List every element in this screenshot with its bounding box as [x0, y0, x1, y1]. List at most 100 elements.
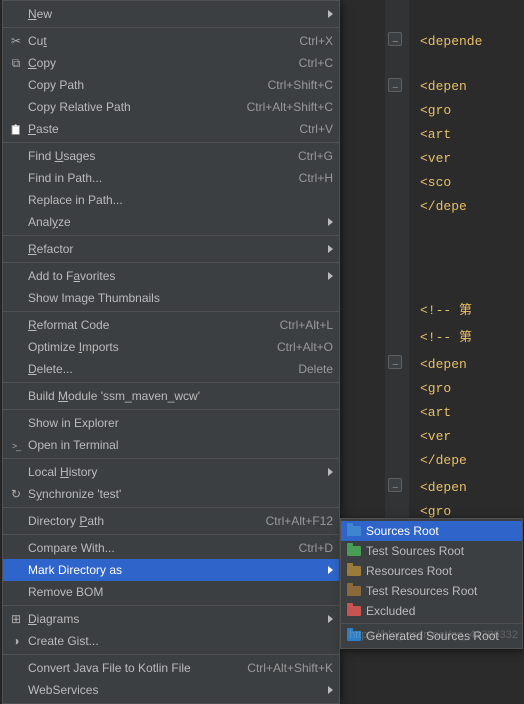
editor-line: <art — [420, 401, 451, 425]
menu-item-mark-directory-as[interactable]: Mark Directory as — [3, 559, 339, 581]
terminal-icon — [7, 437, 25, 453]
submenu-item-label: Test Resources Root — [363, 584, 516, 598]
icon-placeholder — [7, 317, 25, 333]
menu-item-replace-in-path[interactable]: Replace in Path... — [3, 189, 339, 211]
menu-item-paste[interactable]: PasteCtrl+V — [3, 118, 339, 140]
menu-item-copy[interactable]: CopyCtrl+C — [3, 52, 339, 74]
menu-item-copy-relative-path[interactable]: Copy Relative PathCtrl+Alt+Shift+C — [3, 96, 339, 118]
menu-item-remove-bom[interactable]: Remove BOM — [3, 581, 339, 603]
submenu-item-test-resources-root[interactable]: Test Resources Root — [341, 581, 522, 601]
menu-item-synchronize-test[interactable]: Synchronize 'test' — [3, 483, 339, 505]
fold-marker[interactable] — [388, 478, 402, 492]
fold-marker[interactable] — [388, 78, 402, 92]
menu-item-label: Build Module 'ssm_maven_wcw' — [25, 389, 333, 403]
menu-separator — [341, 623, 522, 624]
icon-placeholder — [7, 99, 25, 115]
menu-item-label: Cut — [25, 34, 289, 48]
github-icon — [7, 633, 25, 649]
menu-item-open-in-terminal[interactable]: Open in Terminal — [3, 434, 339, 456]
menu-item-reformat-code[interactable]: Reformat CodeCtrl+Alt+L — [3, 314, 339, 336]
icon-placeholder — [7, 584, 25, 600]
fold-marker[interactable] — [388, 32, 402, 46]
menu-item-local-history[interactable]: Local History — [3, 461, 339, 483]
menu-item-cut[interactable]: CutCtrl+X — [3, 30, 339, 52]
icon-placeholder — [7, 77, 25, 93]
menu-item-label: Paste — [25, 122, 289, 136]
editor-line: <ver — [420, 147, 451, 171]
editor-line: </depe — [420, 195, 467, 219]
icon-placeholder — [7, 339, 25, 355]
editor-line: </depe — [420, 449, 467, 473]
menu-item-build-module-ssm-maven-wcw[interactable]: Build Module 'ssm_maven_wcw' — [3, 385, 339, 407]
menu-item-diagrams[interactable]: Diagrams — [3, 608, 339, 630]
menu-item-label: Show in Explorer — [25, 416, 333, 430]
menu-item-copy-path[interactable]: Copy PathCtrl+Shift+C — [3, 74, 339, 96]
menu-item-show-image-thumbnails[interactable]: Show Image Thumbnails — [3, 287, 339, 309]
menu-item-find-in-path[interactable]: Find in Path...Ctrl+H — [3, 167, 339, 189]
submenu-arrow-icon — [328, 245, 333, 253]
menu-separator — [3, 654, 339, 655]
menu-item-label: Diagrams — [25, 612, 322, 626]
submenu-arrow-icon — [328, 468, 333, 476]
icon-placeholder — [7, 415, 25, 431]
menu-item-label: Create Gist... — [25, 634, 333, 648]
menu-item-show-in-explorer[interactable]: Show in Explorer — [3, 412, 339, 434]
menu-item-optimize-imports[interactable]: Optimize ImportsCtrl+Alt+O — [3, 336, 339, 358]
menu-separator — [3, 27, 339, 28]
menu-item-label: Delete... — [25, 362, 288, 376]
menu-item-label: Local History — [25, 465, 322, 479]
menu-item-refactor[interactable]: Refactor — [3, 238, 339, 260]
folder-icon — [345, 583, 363, 599]
editor-line: <depen — [420, 353, 467, 377]
menu-shortcut: Ctrl+C — [289, 56, 333, 70]
icon-placeholder — [7, 660, 25, 676]
menu-item-analyze[interactable]: Analyze — [3, 211, 339, 233]
icon-placeholder — [7, 268, 25, 284]
folder-icon — [345, 563, 363, 579]
menu-item-find-usages[interactable]: Find UsagesCtrl+G — [3, 145, 339, 167]
menu-item-label: Find in Path... — [25, 171, 289, 185]
menu-separator — [3, 235, 339, 236]
menu-item-add-to-favorites[interactable]: Add to Favorites — [3, 265, 339, 287]
menu-separator — [3, 534, 339, 535]
menu-shortcut: Ctrl+G — [288, 149, 333, 163]
menu-item-webservices[interactable]: WebServices — [3, 679, 339, 701]
editor-line: <depende — [420, 30, 482, 54]
menu-separator — [3, 262, 339, 263]
icon-placeholder — [7, 513, 25, 529]
menu-shortcut: Delete — [288, 362, 333, 376]
icon-placeholder — [7, 682, 25, 698]
copy-icon — [7, 55, 25, 71]
submenu-arrow-icon — [328, 272, 333, 280]
submenu-item-sources-root[interactable]: Sources Root — [341, 521, 522, 541]
icon-placeholder — [7, 540, 25, 556]
menu-shortcut: Ctrl+D — [289, 541, 333, 555]
menu-item-compare-with[interactable]: Compare With...Ctrl+D — [3, 537, 339, 559]
submenu-item-label: Test Sources Root — [363, 544, 516, 558]
menu-item-directory-path[interactable]: Directory PathCtrl+Alt+F12 — [3, 510, 339, 532]
menu-item-new[interactable]: New — [3, 3, 339, 25]
submenu-item-excluded[interactable]: Excluded — [341, 601, 522, 621]
menu-item-label: Copy — [25, 56, 289, 70]
menu-item-convert-java-file-to-kotlin-file[interactable]: Convert Java File to Kotlin FileCtrl+Alt… — [3, 657, 339, 679]
fold-marker[interactable] — [388, 355, 402, 369]
menu-separator — [3, 311, 339, 312]
editor-line: <depen — [420, 75, 467, 99]
menu-item-label: Replace in Path... — [25, 193, 333, 207]
icon-placeholder — [7, 290, 25, 306]
editor-line: <!-- 第 — [420, 326, 472, 350]
menu-shortcut: Ctrl+Alt+O — [267, 340, 333, 354]
menu-item-label: Compare With... — [25, 541, 289, 555]
menu-item-label: Reformat Code — [25, 318, 270, 332]
menu-shortcut: Ctrl+Alt+Shift+K — [237, 661, 333, 675]
menu-item-label: New — [25, 7, 322, 21]
menu-shortcut: Ctrl+V — [289, 122, 333, 136]
sync-icon — [7, 486, 25, 502]
submenu-item-test-sources-root[interactable]: Test Sources Root — [341, 541, 522, 561]
menu-item-delete[interactable]: Delete...Delete — [3, 358, 339, 380]
menu-item-label: Optimize Imports — [25, 340, 267, 354]
submenu-item-resources-root[interactable]: Resources Root — [341, 561, 522, 581]
menu-item-create-gist[interactable]: Create Gist... — [3, 630, 339, 652]
submenu-arrow-icon — [328, 686, 333, 694]
editor-line: <ver — [420, 425, 451, 449]
